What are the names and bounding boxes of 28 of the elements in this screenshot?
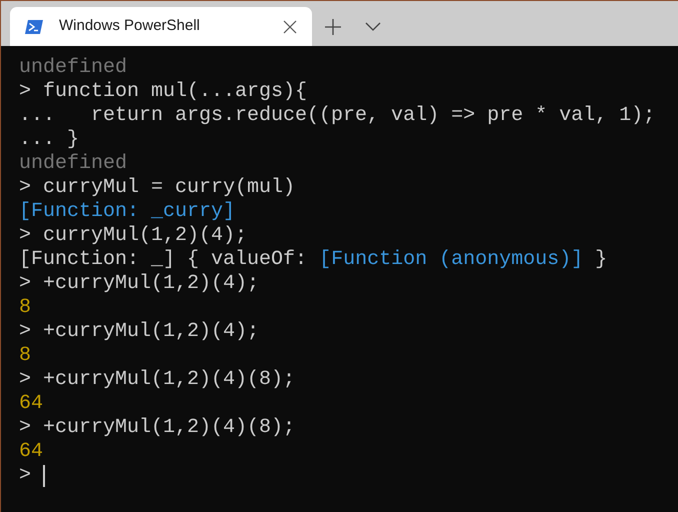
terminal-text: [Function: _curry] bbox=[19, 200, 236, 224]
prompt-symbol: > bbox=[19, 464, 32, 488]
terminal-text: ... } bbox=[19, 128, 80, 152]
terminal-text: 64 bbox=[19, 392, 44, 416]
tab-title: Windows PowerShell bbox=[59, 16, 200, 36]
terminal-text: > +curryMul(1,2)(4); bbox=[19, 272, 260, 296]
tab[interactable]: Windows PowerShell bbox=[10, 7, 312, 46]
terminal-text: > function mul(...args){ bbox=[19, 80, 308, 104]
terminal-text: undefined bbox=[19, 152, 128, 176]
close-icon bbox=[283, 20, 297, 34]
terminal-text: > curryMul = curry(mul) bbox=[19, 176, 296, 200]
terminal-prompt-icon bbox=[25, 20, 43, 34]
terminal-text: > curryMul(1,2)(4); bbox=[19, 224, 248, 248]
terminal-text: 8 bbox=[19, 296, 32, 320]
terminal-text: undefined bbox=[19, 56, 128, 80]
terminal-text: } bbox=[594, 248, 608, 272]
terminal-text: [Function: _] { valueOf: bbox=[19, 248, 308, 272]
close-button[interactable] bbox=[282, 18, 298, 34]
terminal-text: 8 bbox=[19, 344, 32, 368]
terminal-text: [Function (anonymous)] bbox=[319, 248, 584, 272]
chevron-down-icon bbox=[365, 22, 381, 32]
plus-icon bbox=[324, 18, 342, 36]
terminal-text: > +curryMul(1,2)(4)(8); bbox=[19, 368, 296, 392]
terminal-text: 64 bbox=[19, 440, 44, 464]
terminal-text: > +curryMul(1,2)(4); bbox=[19, 320, 260, 344]
terminal-text: ... return args.reduce((pre, val) => pre * val, 1); bbox=[19, 104, 656, 128]
new-tab-button[interactable] bbox=[322, 16, 344, 38]
terminal-text: > +curryMul(1,2)(4)(8); bbox=[19, 416, 296, 440]
